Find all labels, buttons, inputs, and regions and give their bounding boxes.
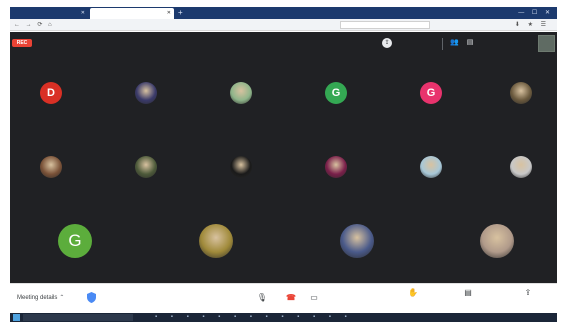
browser-tab-strip: ✕ ✕ + — ☐ ✕ (10, 7, 557, 19)
meeting-top-icons[interactable]: 👥▤ (450, 37, 481, 49)
participant-photo (420, 156, 442, 178)
participant-photo (135, 82, 157, 104)
participant-photo (510, 82, 532, 104)
participant-avatar: D (40, 82, 62, 104)
meeting-grid: REC ⇪ 👥▤ D G G G (10, 32, 557, 283)
recording-badge: REC (12, 39, 32, 47)
participant-photo (230, 156, 252, 178)
participant-photo (135, 156, 157, 178)
captions-button[interactable]: ▤ (450, 287, 486, 299)
presenting-notice[interactable]: ⇪ (380, 36, 440, 50)
people-icon[interactable]: 👥 (450, 39, 467, 46)
meeting-control-bar: Meeting details ⌃ 🎙 ☎ ▭ ✋ ▤ ⇪ (10, 283, 557, 311)
os-taskbar: ▪ ▪ ▪ ▪ ▪ ▪ ▪ ▪ ▪ ▪ ▪ ▪ ▪ (10, 313, 557, 322)
participant-photo (325, 156, 347, 178)
browser-tab-active[interactable]: ✕ (90, 8, 174, 19)
present-icon: ⇪ (382, 38, 392, 48)
shield-icon[interactable] (87, 292, 96, 303)
close-tab-icon[interactable]: ✕ (167, 8, 171, 19)
address-bar[interactable] (90, 21, 310, 29)
participant-photo (340, 224, 374, 258)
browser-tab[interactable]: ✕ (10, 8, 88, 19)
browser-toolbar: ← → ⟳ ⌂ ⬇ ★ ☰ (10, 19, 557, 31)
participant-avatar: G (420, 82, 442, 104)
present-icon: ⇪ (524, 288, 532, 297)
raise-hand-button[interactable]: ✋ (395, 287, 431, 299)
browser-search-input[interactable] (340, 21, 430, 29)
close-tab-icon[interactable]: ✕ (81, 8, 85, 19)
meeting-details-button[interactable]: Meeting details ⌃ (17, 292, 64, 304)
windows-start-icon[interactable] (13, 314, 20, 321)
participant-photo (510, 156, 532, 178)
navigation-buttons[interactable]: ← → ⟳ ⌂ (14, 19, 54, 31)
chat-icon[interactable]: ▤ (467, 39, 482, 46)
divider (442, 38, 443, 50)
camera-icon[interactable]: ▭ (308, 292, 320, 304)
participant-photo (230, 82, 252, 104)
end-call-icon[interactable]: ☎ (285, 292, 297, 304)
chevron-up-icon: ⌃ (59, 295, 65, 301)
participant-photo (480, 224, 514, 258)
window-controls[interactable]: — ☐ ✕ (518, 7, 553, 19)
raise-hand-icon: ✋ (408, 288, 418, 297)
captions-icon: ▤ (464, 288, 472, 297)
present-button[interactable]: ⇪ (510, 287, 546, 299)
participant-photo (199, 224, 233, 258)
participant-avatar: G (325, 82, 347, 104)
microphone-icon[interactable]: 🎙 (256, 292, 268, 304)
taskbar-app-icons[interactable]: ▪ ▪ ▪ ▪ ▪ ▪ ▪ ▪ ▪ ▪ ▪ ▪ ▪ (155, 313, 353, 322)
taskbar-search-input[interactable] (23, 314, 133, 321)
participant-photo (40, 156, 62, 178)
self-view-tile[interactable] (538, 35, 555, 52)
browser-tool-icons[interactable]: ⬇ ★ ☰ (515, 19, 549, 31)
new-tab-icon[interactable]: + (178, 8, 183, 18)
screen: ✕ ✕ + — ☐ ✕ ← → ⟳ ⌂ ⬇ ★ ☰ REC ⇪ 👥▤ D G G… (0, 0, 561, 322)
participant-avatar: G (58, 224, 92, 258)
